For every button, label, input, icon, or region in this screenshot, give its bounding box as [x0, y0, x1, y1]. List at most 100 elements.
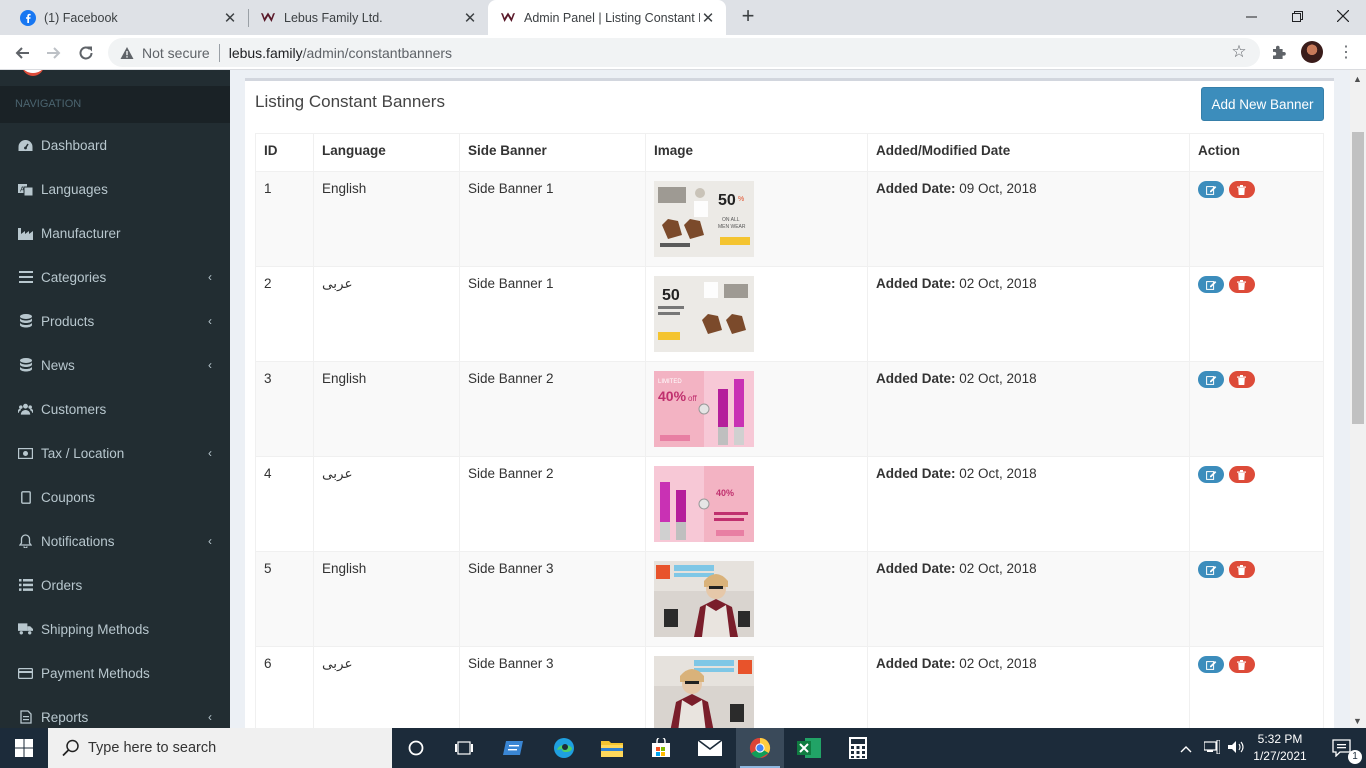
forward-button[interactable]	[41, 40, 67, 66]
delete-button[interactable]	[1228, 181, 1255, 198]
close-tab-icon[interactable]: ✕	[222, 10, 238, 27]
money-icon	[18, 446, 33, 461]
close-tab-icon[interactable]: ✕	[700, 10, 716, 27]
column-header-language[interactable]: Language	[313, 133, 460, 172]
sidebar-item-shipping-methods[interactable]: Shipping Methods	[0, 607, 230, 651]
taskbar-search[interactable]: Type here to search	[48, 728, 392, 768]
back-button[interactable]	[9, 40, 35, 66]
sidebar-item-label: Coupons	[41, 489, 96, 505]
edit-button[interactable]	[1198, 656, 1224, 673]
network-icon[interactable]	[1203, 739, 1221, 757]
start-button[interactable]	[0, 728, 48, 768]
sidebar-item-customers[interactable]: Customers	[0, 387, 230, 431]
users-icon	[18, 402, 33, 417]
bars-icon	[18, 270, 33, 285]
sidebar-item-products[interactable]: Products ‹	[0, 299, 230, 343]
edit-button[interactable]	[1198, 371, 1224, 388]
taskbar-app-file-explorer[interactable]	[588, 728, 636, 768]
sidebar-item-reports[interactable]: Reports ‹	[0, 695, 230, 728]
sidebar-item-manufacturer[interactable]: Manufacturer	[0, 211, 230, 255]
tab-admin-panel[interactable]: Admin Panel | Listing Constant Banners ✕	[488, 0, 726, 35]
taskbar-app-edge[interactable]	[540, 728, 588, 768]
clock[interactable]: 5:32 PM 1/27/2021	[1250, 731, 1310, 765]
task-view-icon	[455, 741, 473, 755]
edit-button[interactable]	[1198, 561, 1224, 578]
cell-date: Added Date: 02 Oct, 2018	[867, 266, 1190, 362]
puzzle-icon[interactable]	[1269, 43, 1289, 63]
edit-button[interactable]	[1198, 276, 1224, 293]
cell-language: English	[313, 171, 460, 267]
taskbar-app-mail[interactable]	[686, 728, 734, 768]
tab-lebus[interactable]: Lebus Family Ltd. ✕	[248, 0, 488, 35]
edit-button[interactable]	[1198, 181, 1224, 198]
restore-button[interactable]	[1274, 0, 1320, 32]
delete-button[interactable]	[1228, 276, 1255, 293]
column-header-side-banner[interactable]: Side Banner	[459, 133, 646, 172]
profile-avatar[interactable]	[1301, 41, 1323, 63]
edit-icon	[1205, 565, 1216, 575]
scroll-up-icon[interactable]: ▲	[1353, 74, 1362, 84]
column-header-date[interactable]: Added/Modified Date	[867, 133, 1190, 172]
taskbar-app-calculator[interactable]	[834, 728, 882, 768]
sidebar-item-label: Languages	[41, 181, 108, 197]
cell-side-banner: Side Banner 3	[459, 646, 646, 728]
table-header-row: ID Language Side Banner Image Added/Modi…	[255, 133, 1324, 172]
tablet-icon	[18, 490, 33, 505]
minimize-button[interactable]	[1228, 0, 1274, 32]
column-header-image[interactable]: Image	[645, 133, 868, 172]
chevron-up-icon[interactable]	[1180, 741, 1192, 756]
sidebar-item-tax-location[interactable]: Tax / Location ‹	[0, 431, 230, 475]
address-bar[interactable]: Not secure lebus.family/admin/constantba…	[108, 38, 1260, 67]
cell-action	[1189, 266, 1324, 362]
close-window-button[interactable]	[1320, 0, 1366, 32]
chevron-left-icon: ‹	[208, 446, 212, 460]
delete-button[interactable]	[1228, 371, 1255, 388]
tab-title: Lebus Family Ltd.	[284, 10, 383, 25]
tab-title: (1) Facebook	[44, 10, 118, 25]
security-label[interactable]: Not secure	[142, 45, 210, 61]
page-scrollbar[interactable]: ▲ ▼	[1350, 70, 1366, 728]
more-menu-icon[interactable]: ⋮	[1338, 43, 1354, 63]
sidebar-item-languages[interactable]: A Languages	[0, 167, 230, 211]
taskbar-app-excel[interactable]	[785, 728, 833, 768]
sidebar-item-dashboard[interactable]: Dashboard	[0, 123, 230, 167]
new-tab-button[interactable]: +	[736, 5, 760, 29]
date-label: Added Date:	[876, 466, 956, 481]
delete-button[interactable]	[1228, 656, 1255, 673]
taskbar-app-notes[interactable]	[490, 728, 538, 768]
banner-image-lipstick: 40%	[654, 466, 754, 542]
sidebar-item-coupons[interactable]: Coupons	[0, 475, 230, 519]
edge-icon	[554, 738, 574, 758]
reload-button[interactable]	[73, 40, 99, 66]
sidebar-item-categories[interactable]: Categories ‹	[0, 255, 230, 299]
taskbar-app-chrome[interactable]	[736, 728, 784, 768]
action-center-button[interactable]: 1	[1318, 728, 1366, 768]
star-icon[interactable]: ☆	[1230, 43, 1248, 61]
sidebar: NAVIGATION Dashboard A Languages Manufac…	[0, 70, 230, 728]
cortana-button[interactable]	[392, 728, 440, 768]
scroll-down-icon[interactable]: ▼	[1353, 716, 1362, 726]
sidebar-item-news[interactable]: News ‹	[0, 343, 230, 387]
trash-icon	[1237, 184, 1247, 195]
url-path: /admin/constantbanners	[302, 44, 453, 61]
date-value: 02 Oct, 2018	[959, 656, 1037, 671]
logo[interactable]	[22, 70, 44, 76]
date-value: 02 Oct, 2018	[959, 371, 1037, 386]
sidebar-item-orders[interactable]: Orders	[0, 563, 230, 607]
close-tab-icon[interactable]: ✕	[462, 10, 478, 27]
svg-text:40%: 40%	[716, 488, 734, 498]
edit-button[interactable]	[1198, 466, 1224, 483]
sidebar-item-notifications[interactable]: Notifications ‹	[0, 519, 230, 563]
delete-button[interactable]	[1228, 561, 1255, 578]
excel-icon	[797, 738, 821, 758]
sidebar-item-payment-methods[interactable]: Payment Methods	[0, 651, 230, 695]
delete-button[interactable]	[1228, 466, 1255, 483]
taskbar-app-store[interactable]	[637, 728, 685, 768]
task-view-button[interactable]	[440, 728, 488, 768]
svg-text:%: %	[738, 196, 744, 203]
column-header-id[interactable]: ID	[255, 133, 314, 172]
volume-icon[interactable]	[1228, 740, 1244, 757]
tab-facebook[interactable]: (1) Facebook ✕	[8, 0, 248, 35]
scrollbar-thumb[interactable]	[1352, 132, 1364, 424]
add-new-banner-button[interactable]: Add New Banner	[1201, 87, 1324, 121]
